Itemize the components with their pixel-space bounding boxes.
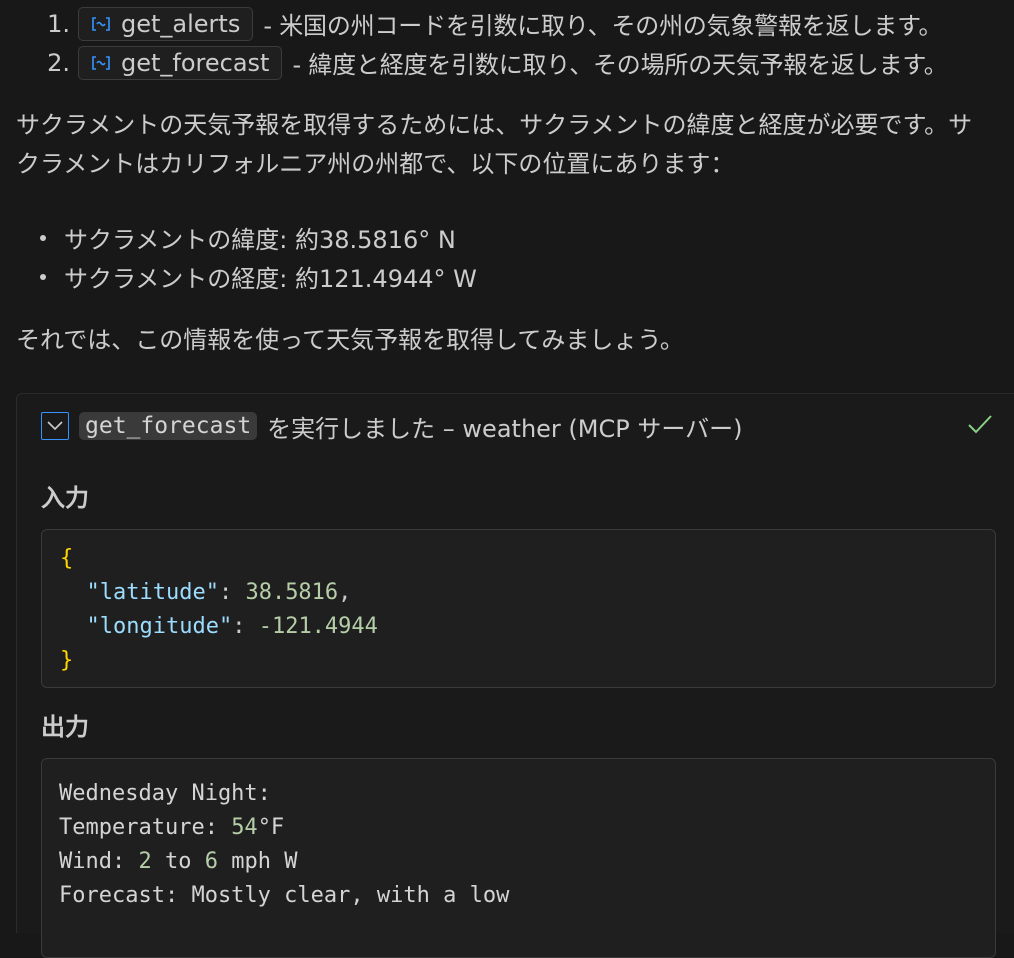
json-open-brace: { (60, 546, 74, 571)
output-section-label: 出力 (41, 713, 89, 741)
tool-chip-label: get_alerts (121, 9, 241, 38)
longitude-text: サクラメントの経度: 約121.4944° W (64, 265, 477, 293)
output-wind-to-word: to (151, 849, 205, 874)
latitude-text: サクラメントの緯度: 約38.5816° N (64, 226, 456, 254)
tool-description: - 緯度と経度を引数に取り、その場所の天気予報を返します。 (292, 51, 948, 79)
output-wind-unit: mph W (217, 849, 298, 874)
explanation-paragraph: サクラメントの天気予報を取得するためには、サクラメントの緯度と経度が必要です。サ… (16, 111, 973, 178)
tool-reference-icon (89, 12, 113, 36)
tool-chip-get-forecast[interactable]: get_forecast (78, 45, 283, 80)
list-number: 1. (47, 9, 70, 38)
tool-list-item-get-alerts: 1. get_alerts - 米国の州コードを引数に取り、その州の気象警報を返… (40, 4, 1014, 43)
list-number: 2. (47, 48, 70, 77)
json-value-longitude: -121.4944 (258, 614, 378, 639)
json-key-longitude: "longitude" (86, 614, 233, 639)
chevron-down-icon[interactable] (41, 412, 69, 440)
tool-invocation-card: get_forecast を実行しました – weather (MCP サーバー… (16, 393, 1014, 958)
input-section-label: 入力 (41, 484, 89, 512)
json-key-latitude: "latitude" (86, 580, 219, 605)
tool-list: 1. get_alerts - 米国の州コードを引数に取り、その州の気象警報を返… (40, 4, 1014, 82)
followup-paragraph: それでは、この情報を使って天気予報を取得してみましょう。 (16, 326, 684, 354)
tool-name-chip: get_forecast (79, 412, 258, 440)
output-code-block: Wednesday Night: Temperature: 54°F Wind:… (41, 758, 996, 958)
tool-invocation-header[interactable]: get_forecast を実行しました – weather (MCP サーバー… (41, 408, 1014, 444)
tool-chip-label: get_forecast (121, 48, 270, 77)
output-wind-label: Wind: (59, 849, 139, 874)
output-forecast-line: Forecast: Mostly clear, with a low (59, 883, 510, 908)
bullet-dot (40, 234, 46, 241)
list-item-longitude: サクラメントの経度: 約121.4944° W (40, 257, 477, 296)
tool-reference-icon (89, 51, 113, 75)
json-value-latitude: 38.5816 (245, 580, 339, 605)
coordinates-list: サクラメントの緯度: 約38.5816° N サクラメントの経度: 約121.4… (40, 218, 477, 296)
tool-run-status-text: を実行しました – weather (MCP サーバー) (267, 414, 743, 443)
output-wind-to: 6 (204, 849, 218, 874)
output-wind-from: 2 (138, 849, 152, 874)
list-item-latitude: サクラメントの緯度: 約38.5816° N (40, 218, 477, 257)
output-temp-unit: °F (257, 815, 285, 840)
output-temp-value: 54 (231, 815, 258, 840)
output-line-period: Wednesday Night: (59, 781, 271, 806)
tool-chip-get-alerts[interactable]: get_alerts (78, 6, 254, 41)
input-code-block: { "latitude": 38.5816, "longitude": -121… (41, 529, 996, 688)
tool-description: - 米国の州コードを引数に取り、その州の気象警報を返します。 (263, 12, 943, 40)
output-temp-label: Temperature: (59, 815, 232, 840)
bullet-dot (40, 273, 46, 280)
check-icon (966, 412, 994, 442)
tool-list-item-get-forecast: 2. get_forecast - 緯度と経度を引数に取り、その場所の天気予報を… (40, 43, 1014, 82)
json-close-brace: } (60, 648, 74, 673)
